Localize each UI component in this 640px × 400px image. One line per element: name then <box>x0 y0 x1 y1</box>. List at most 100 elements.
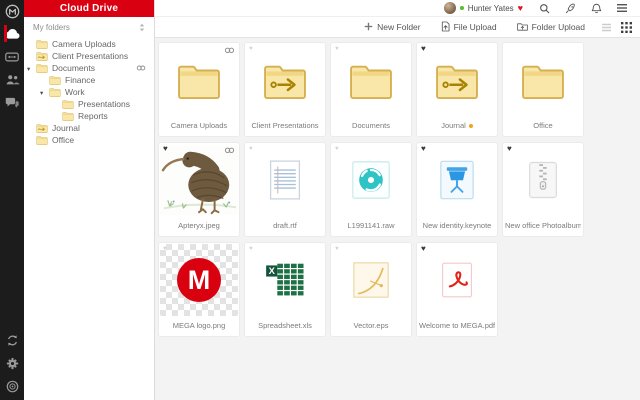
search-icon[interactable] <box>531 3 557 14</box>
content-area: Camera Uploads ♥ Client Presentations ♥ Docu… <box>155 38 640 400</box>
thumbnail <box>246 144 324 216</box>
nav-rail <box>0 0 24 400</box>
view-toggle <box>601 21 632 33</box>
thumbnail <box>418 44 496 116</box>
tile-draft-rtf[interactable]: ♥ draft.rtf <box>244 142 326 237</box>
file-upload-button[interactable]: File Upload <box>441 21 497 34</box>
favourite-icon[interactable]: ♥ <box>249 46 253 52</box>
tree-item-label: Journal <box>52 123 80 133</box>
favourite-icon[interactable]: ♥ <box>163 145 168 153</box>
mega-logo-icon[interactable] <box>4 0 20 22</box>
tree-item-work[interactable]: ▾ Work <box>24 86 154 98</box>
favourite-icon[interactable]: ♥ <box>421 145 426 153</box>
tree-item-documents[interactable]: ▾ Documents <box>24 62 154 74</box>
tile-label: Journal <box>419 121 495 130</box>
tile-label: New office Photoalbum.zip <box>505 221 581 230</box>
folder-upload-icon <box>516 22 528 33</box>
tile-label: MEGA logo.png <box>172 321 226 330</box>
thumbnail <box>418 244 496 316</box>
tile-mega-logo-png[interactable]: M ♥ MEGA logo.png <box>158 242 240 337</box>
caret-down-icon[interactable]: ▾ <box>40 89 43 97</box>
tile-label: New identity.keynote <box>422 221 492 230</box>
favourite-icon[interactable]: ♥ <box>421 45 426 53</box>
favourite-icon[interactable]: ♥ <box>335 146 339 152</box>
tree-item-camera-uploads[interactable]: Camera Uploads <box>24 38 154 50</box>
tile-l1991141-raw[interactable]: ♥ L1991141.raw <box>330 142 412 237</box>
tree-item-label: Camera Uploads <box>52 39 116 49</box>
tree-item-label: Reports <box>78 111 108 121</box>
app-window: Cloud Drive My folders Camera Uploads Cli… <box>0 0 640 400</box>
links-icon[interactable] <box>4 45 20 68</box>
folder-icon <box>36 63 48 73</box>
favourite-icon[interactable]: ♥ <box>421 245 426 253</box>
presence-dot <box>459 6 464 10</box>
thumbnail <box>160 144 238 216</box>
contacts-icon[interactable] <box>4 68 20 91</box>
notifications-icon[interactable] <box>583 3 609 14</box>
grid-view-icon[interactable] <box>621 21 632 33</box>
tree-item-label: Documents <box>52 63 95 73</box>
thumbnail <box>332 244 410 316</box>
tile-spreadsheet-xls[interactable]: X ♥ Spreadsheet.xls <box>244 242 326 337</box>
tile-office[interactable]: Office <box>502 42 584 137</box>
username[interactable]: Hunter Yates <box>468 4 514 13</box>
tree-item-finance[interactable]: Finance <box>24 74 154 86</box>
collapse-tree-icon[interactable] <box>139 23 145 32</box>
tree-item-presentations[interactable]: Presentations <box>24 98 154 110</box>
new-folder-button[interactable]: New Folder <box>364 22 421 33</box>
account-menu[interactable]: Hunter Yates ♥ <box>443 2 523 14</box>
caret-down-icon[interactable]: ▾ <box>27 65 30 73</box>
folder-tree: Camera Uploads Client Presentations ▾ Docum… <box>24 38 154 146</box>
favourite-icon[interactable]: ♥ <box>163 246 167 252</box>
tile-label: Documents <box>352 121 390 130</box>
storage-icon[interactable] <box>0 375 24 398</box>
tree-header: My folders <box>24 17 154 38</box>
tree-item-label: Work <box>65 87 85 97</box>
tile-label: Client Presentations <box>251 121 319 130</box>
folder-panel: Cloud Drive My folders Camera Uploads Cli… <box>24 0 155 400</box>
favourite-icon[interactable]: ♥ <box>249 246 253 252</box>
tree-item-client-presentations[interactable]: Client Presentations <box>24 50 154 62</box>
chat-icon[interactable] <box>4 91 20 114</box>
tree-item-label: Office <box>52 135 75 145</box>
folder-upload-button[interactable]: Folder Upload <box>516 22 585 33</box>
tree-item-label: Finance <box>65 75 96 85</box>
tile-camera-uploads[interactable]: Camera Uploads <box>158 42 240 137</box>
settings-icon[interactable] <box>0 352 24 375</box>
tile-journal[interactable]: ♥ Journal <box>416 42 498 137</box>
favourite-icon[interactable]: ♥ <box>249 146 253 152</box>
tile-vector-eps[interactable]: ♥ Vector.eps <box>330 242 412 337</box>
tile-apteryx-jpeg[interactable]: ♥ Apteryx.jpeg <box>158 142 240 237</box>
tile-label: draft.rtf <box>273 221 297 230</box>
file-upload-icon <box>441 21 450 34</box>
folder-icon <box>49 75 61 85</box>
tile-welcome-to-mega-pdf[interactable]: ♥ Welcome to MEGA.pdf <box>416 242 498 337</box>
tile-new-identity-keynote[interactable]: ♥ New identity.keynote <box>416 142 498 237</box>
menu-icon[interactable] <box>609 3 635 13</box>
tree-item-journal[interactable]: Journal <box>24 122 154 134</box>
shared-folder-icon <box>36 51 48 61</box>
cloud-drive-icon[interactable] <box>4 22 20 45</box>
thumbnail <box>332 44 410 116</box>
avatar[interactable] <box>443 2 456 14</box>
thumbnail <box>504 144 582 216</box>
favourite-icon[interactable]: ♥ <box>335 246 339 252</box>
tile-client-presentations[interactable]: ♥ Client Presentations <box>244 42 326 137</box>
favourite-icon[interactable]: ♥ <box>507 145 512 153</box>
tile-new-office-photoalbum-zip[interactable]: ♥ New office Photoalbum.zip <box>502 142 584 237</box>
toolbar: New Folder File Upload Folder Upload <box>155 17 640 38</box>
page-title: Cloud Drive <box>59 3 119 14</box>
tree-item-reports[interactable]: Reports <box>24 110 154 122</box>
thumbnail <box>332 144 410 216</box>
list-view-icon[interactable] <box>601 23 612 32</box>
thumbnail <box>504 44 582 116</box>
sync-icon[interactable] <box>0 329 24 352</box>
public-link-icon <box>224 147 235 154</box>
thumbnail <box>160 44 238 116</box>
tree-item-office[interactable]: Office <box>24 134 154 146</box>
shared-folder-icon <box>36 123 48 133</box>
tile-documents[interactable]: ♥ Documents <box>330 42 412 137</box>
thumbnail <box>418 144 496 216</box>
favourite-icon[interactable]: ♥ <box>335 46 339 52</box>
rocket-icon[interactable] <box>557 3 583 14</box>
